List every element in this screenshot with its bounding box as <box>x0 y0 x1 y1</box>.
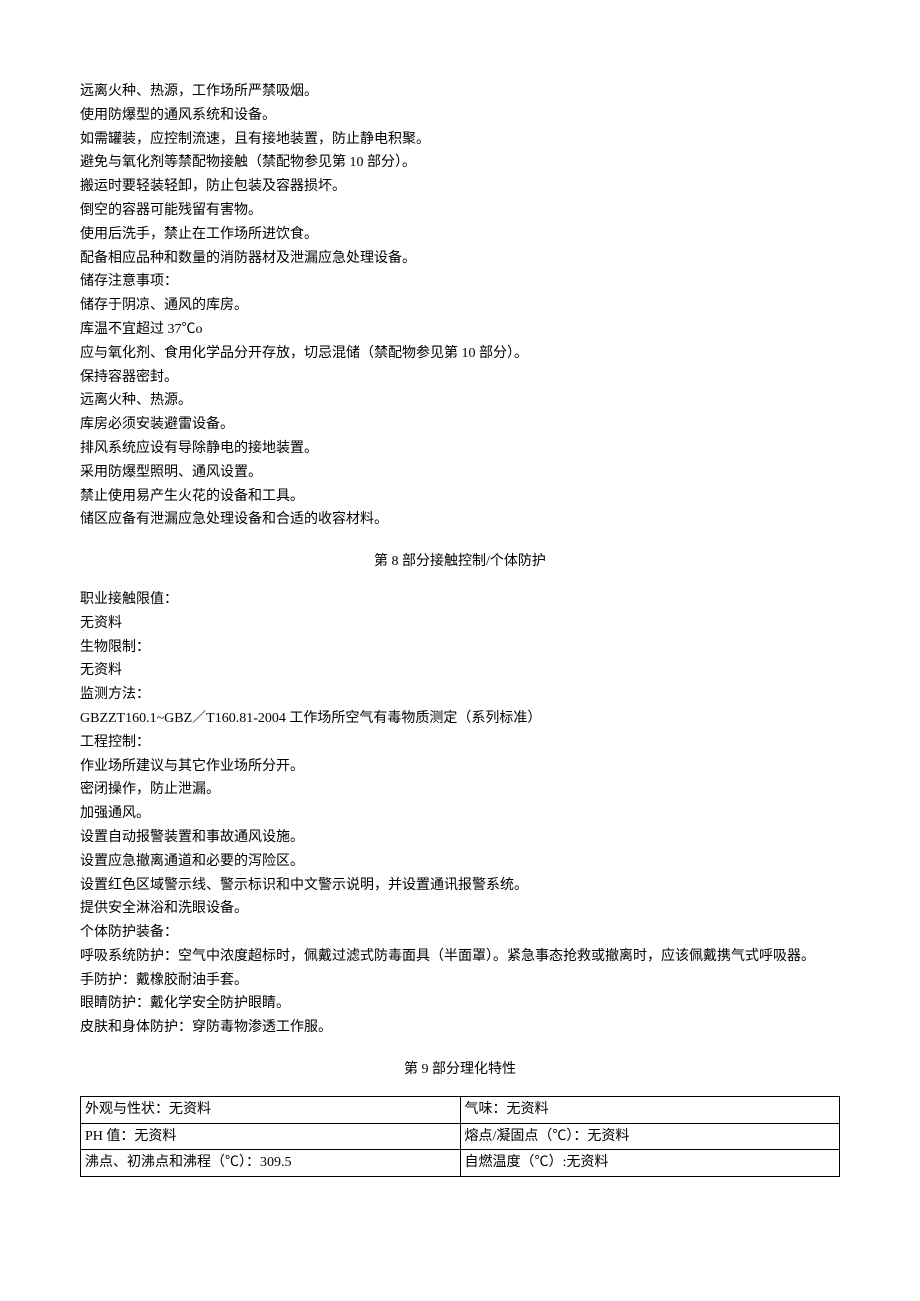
section-8-line: 密闭操作，防止泄漏。 <box>80 778 840 802</box>
section-9-header: 第 9 部分理化特性 <box>80 1058 840 1082</box>
section-8-line: 无资料 <box>80 612 840 636</box>
section-8-line: 手防护：戴橡胶耐油手套。 <box>80 969 840 993</box>
section-7-body: 远离火种、热源，工作场所严禁吸烟。 使用防爆型的通风系统和设备。 如需罐装，应控… <box>80 80 840 532</box>
section-7-line: 库房必须安装避雷设备。 <box>80 413 840 437</box>
section-8-line: 提供安全淋浴和洗眼设备。 <box>80 897 840 921</box>
section-7-line: 储存注意事项： <box>80 270 840 294</box>
section-7-line: 储区应备有泄漏应急处理设备和合适的收容材料。 <box>80 508 840 532</box>
section-8-body: 职业接触限值： 无资料 生物限制： 无资料 监测方法： GBZZT160.1~G… <box>80 588 840 1040</box>
section-7-line: 远离火种、热源，工作场所严禁吸烟。 <box>80 80 840 104</box>
section-7-line: 排风系统应设有导除静电的接地装置。 <box>80 437 840 461</box>
section-7-line: 保持容器密封。 <box>80 366 840 390</box>
table-cell: 沸点、初沸点和沸程（℃）：309.5 <box>81 1150 461 1177</box>
section-8-line: 职业接触限值： <box>80 588 840 612</box>
table-cell: PH 值：无资料 <box>81 1123 461 1150</box>
section-7-line: 采用防爆型照明、通风设置。 <box>80 461 840 485</box>
section-8-line: 设置应急撤离通道和必要的泻险区。 <box>80 850 840 874</box>
section-7-line: 禁止使用易产生火花的设备和工具。 <box>80 485 840 509</box>
section-8-line: 作业场所建议与其它作业场所分开。 <box>80 755 840 779</box>
section-8-line: 设置红色区域警示线、警示标识和中文警示说明，并设置通讯报警系统。 <box>80 874 840 898</box>
table-cell: 自燃温度（℃）:无资料 <box>460 1150 840 1177</box>
section-7-line: 远离火种、热源。 <box>80 389 840 413</box>
section-8-line: 眼睛防护：戴化学安全防护眼睛。 <box>80 992 840 1016</box>
section-7-line: 使用防爆型的通风系统和设备。 <box>80 104 840 128</box>
table-row: 外观与性状：无资料 气味：无资料 <box>81 1096 840 1123</box>
table-cell: 气味：无资料 <box>460 1096 840 1123</box>
section-8-line: 监测方法： <box>80 683 840 707</box>
table-cell: 熔点/凝固点（℃）：无资料 <box>460 1123 840 1150</box>
section-7-line: 倒空的容器可能残留有害物。 <box>80 199 840 223</box>
properties-table: 外观与性状：无资料 气味：无资料 PH 值：无资料 熔点/凝固点（℃）：无资料 … <box>80 1096 840 1177</box>
section-8-line: 生物限制： <box>80 636 840 660</box>
section-7-line: 配备相应品种和数量的消防器材及泄漏应急处理设备。 <box>80 247 840 271</box>
section-8-line: 设置自动报警装置和事故通风设施。 <box>80 826 840 850</box>
section-7-line: 搬运时要轻装轻卸，防止包装及容器损坏。 <box>80 175 840 199</box>
section-7-line: 应与氧化剂、食用化学品分开存放，切忌混储（禁配物参见第 10 部分）。 <box>80 342 840 366</box>
section-8-line: 工程控制： <box>80 731 840 755</box>
section-8-line: 无资料 <box>80 659 840 683</box>
section-8-line: 个体防护装备： <box>80 921 840 945</box>
section-7-line: 使用后洗手，禁止在工作场所进饮食。 <box>80 223 840 247</box>
section-8-header: 第 8 部分接触控制/个体防护 <box>80 550 840 574</box>
table-row: PH 值：无资料 熔点/凝固点（℃）：无资料 <box>81 1123 840 1150</box>
section-7-line: 如需罐装，应控制流速，且有接地装置，防止静电积聚。 <box>80 128 840 152</box>
section-8-line: 加强通风。 <box>80 802 840 826</box>
section-7-line: 库温不宜超过 37℃o <box>80 318 840 342</box>
table-cell: 外观与性状：无资料 <box>81 1096 461 1123</box>
section-8-line: GBZZT160.1~GBZ／T160.81-2004 工作场所空气有毒物质测定… <box>80 707 840 731</box>
section-7-line: 避免与氧化剂等禁配物接触（禁配物参见第 10 部分）。 <box>80 151 840 175</box>
section-8-line: 皮肤和身体防护：穿防毒物渗透工作服。 <box>80 1016 840 1040</box>
section-7-line: 储存于阴凉、通风的库房。 <box>80 294 840 318</box>
section-8-line: 呼吸系统防护：空气中浓度超标时，佩戴过滤式防毒面具（半面罩）。紧急事态抢救或撤离… <box>80 945 840 969</box>
table-row: 沸点、初沸点和沸程（℃）：309.5 自燃温度（℃）:无资料 <box>81 1150 840 1177</box>
